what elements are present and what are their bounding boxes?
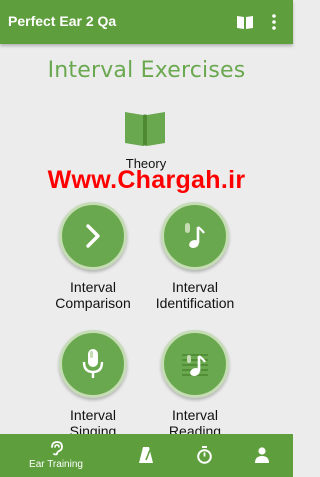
person-icon xyxy=(255,447,269,463)
page-title: Interval Exercises xyxy=(47,58,246,83)
stopwatch-icon xyxy=(197,446,212,464)
metronome-icon xyxy=(139,447,153,463)
open-book-icon[interactable] xyxy=(235,12,255,32)
nav-ear-training-label: Ear Training xyxy=(29,459,83,470)
bottom-nav: Ear Training xyxy=(0,434,293,477)
note-identify-icon xyxy=(161,202,229,270)
microphone-note-icon xyxy=(59,330,127,398)
staff-note-icon xyxy=(161,330,229,398)
nav-profile[interactable] xyxy=(252,434,272,477)
ear-icon xyxy=(51,441,63,456)
nav-stopwatch[interactable] xyxy=(194,434,214,477)
interval-identification-button[interactable]: Interval Identification xyxy=(139,202,251,322)
nav-ear-training[interactable]: Ear Training xyxy=(20,434,92,477)
label-line-1: Interval xyxy=(172,407,218,423)
app-bar: Perfect Ear 2 Qa xyxy=(0,0,293,44)
theory-button[interactable]: Theory xyxy=(96,104,196,174)
app-title: Perfect Ear 2 Qa xyxy=(8,13,117,29)
chevron-right-icon xyxy=(59,202,127,270)
more-vert-icon[interactable] xyxy=(266,12,282,32)
open-book-icon xyxy=(122,108,168,148)
label-line-1: Interval xyxy=(172,279,218,295)
label-line-2: Identification xyxy=(155,295,235,311)
nav-metronome[interactable] xyxy=(136,434,156,477)
interval-identification-label: Interval Identification xyxy=(129,279,261,311)
interval-reading-button[interactable]: Interval Reading xyxy=(139,330,251,450)
watermark-text: Www.Chargah.ir xyxy=(47,166,246,194)
